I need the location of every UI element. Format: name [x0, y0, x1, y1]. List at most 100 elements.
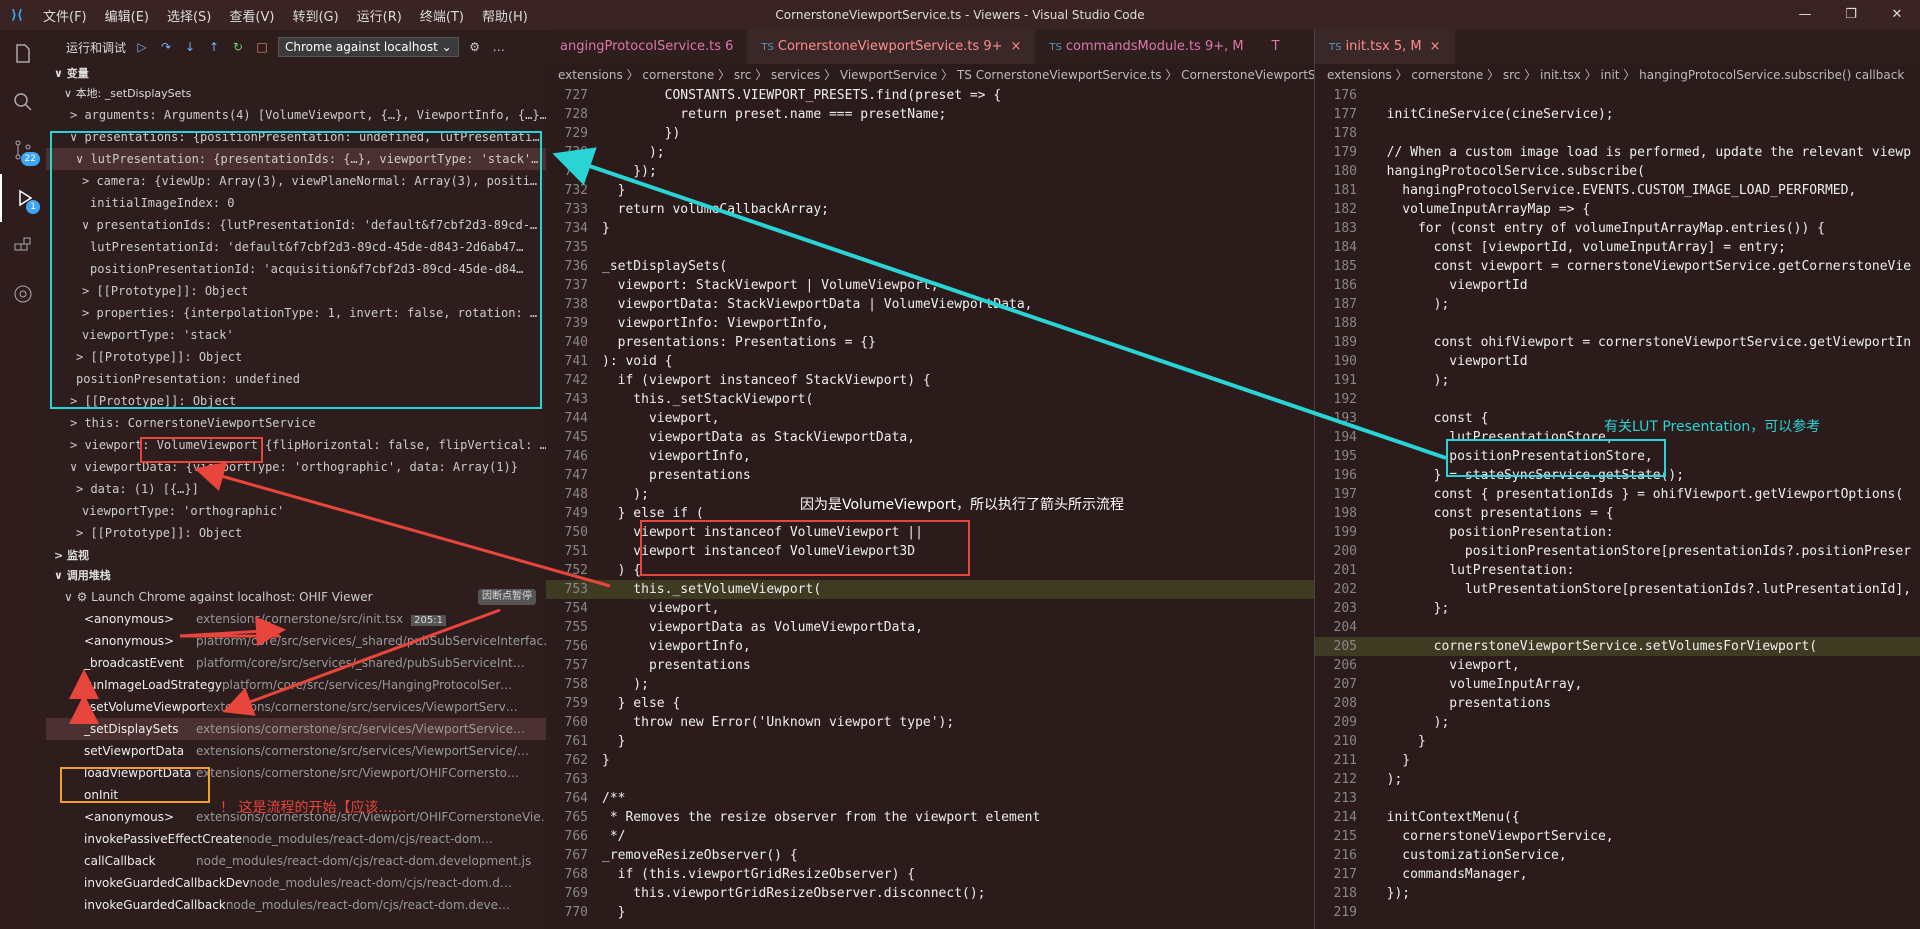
editor-tab[interactable]: angingProtocolService.ts 6: [546, 30, 747, 64]
variable-row[interactable]: > this: CornerstoneViewportService: [46, 412, 546, 434]
variable-row[interactable]: viewportType: 'orthographic': [46, 500, 546, 522]
stack-frame[interactable]: <anonymous> extensions/cornerstone/src/in…: [46, 608, 546, 630]
launch-config-select[interactable]: Chrome against localhost ⌄: [278, 37, 459, 57]
line-number: 741: [564, 354, 588, 369]
variable-row[interactable]: positionPresentation: undefined: [46, 368, 546, 390]
remote-icon[interactable]: [0, 270, 46, 318]
variable-row[interactable]: ∨ viewportData: {viewportType: 'orthogra…: [46, 456, 546, 478]
code-editor-2[interactable]: 176 177 initCineService(cineService); 178 1…: [1315, 86, 1920, 922]
callstack-thread[interactable]: ∨ ⚙ Launch Chrome against localhost: OHI…: [46, 586, 546, 608]
stack-frame[interactable]: setViewportData extensions/cornerstone/sr…: [46, 740, 546, 762]
breadcrumb[interactable]: extensions 〉 cornerstone 〉 src 〉 service…: [546, 64, 1314, 86]
editor-tab[interactable]: TS commandsModule.ts 9+, M: [1035, 30, 1257, 64]
menu-item[interactable]: 文件(F): [34, 6, 96, 25]
editor-tab[interactable]: TS init.tsx 5, M ×: [1315, 30, 1455, 64]
stop-icon[interactable]: □: [254, 40, 270, 54]
line-number: 767: [564, 848, 588, 863]
close-icon[interactable]: ×: [1430, 39, 1441, 54]
line-number: 176: [1333, 88, 1357, 103]
line-text: this.viewportGridResizeObserver.disconne…: [602, 886, 986, 901]
editor-tab[interactable]: T: [1258, 30, 1294, 64]
line-number: 768: [564, 867, 588, 882]
maximize-button[interactable]: ❐: [1828, 0, 1874, 30]
variables-header[interactable]: ∨ 变量: [46, 64, 546, 84]
editor-tab[interactable]: TS CornerstoneViewportService.ts 9+ ×: [747, 30, 1036, 64]
stack-frame[interactable]: _setVolumeViewportextensions/cornerstone…: [46, 696, 546, 718]
paused-badge: 因断点暂停: [478, 589, 536, 605]
variable-row[interactable]: initialImageIndex: 0: [46, 192, 546, 214]
variable-row[interactable]: lutPresentationId: 'default&f7cbf2d3-89c…: [46, 236, 546, 258]
variable-row[interactable]: > [[Prototype]]: Object: [46, 390, 546, 412]
line-text: } else {: [602, 696, 681, 711]
menu-item[interactable]: 查看(V): [220, 6, 283, 25]
editor-tabs-2: TS init.tsx 5, M ×: [1315, 30, 1920, 64]
variable-text: > viewport: VolumeViewport {flipHorizont…: [70, 438, 546, 452]
code-line: 206 viewport,: [1315, 656, 1920, 675]
run-debug-icon[interactable]: 1: [0, 174, 46, 222]
gear-icon[interactable]: ⚙: [467, 40, 483, 54]
continue-icon[interactable]: ▷: [134, 40, 150, 54]
menu-item[interactable]: 转到(G): [283, 6, 347, 25]
explorer-icon[interactable]: [0, 30, 46, 78]
stack-frame[interactable]: _broadcastEvent platform/core/src/service…: [46, 652, 546, 674]
more-icon[interactable]: …: [491, 40, 507, 54]
stack-frame[interactable]: callCallback node_modules/react-dom/cjs/r…: [46, 850, 546, 872]
variable-row[interactable]: > properties: {interpolationType: 1, inv…: [46, 302, 546, 324]
stack-frame[interactable]: loadViewportData extensions/cornerstone/s…: [46, 762, 546, 784]
line-number: 762: [564, 753, 588, 768]
variable-row[interactable]: > [[Prototype]]: Object: [46, 522, 546, 544]
watch-header[interactable]: > 监视: [46, 546, 546, 566]
line-number: 755: [564, 620, 588, 635]
code-line: 770 }: [546, 903, 1314, 922]
close-button[interactable]: ✕: [1874, 0, 1920, 30]
line-number: 736: [564, 259, 588, 274]
menu-item[interactable]: 选择(S): [158, 6, 220, 25]
variable-row[interactable]: > [[Prototype]]: Object: [46, 280, 546, 302]
close-icon[interactable]: ×: [1011, 39, 1022, 54]
variable-row[interactable]: > [[Prototype]]: Object: [46, 346, 546, 368]
line-number: 196: [1333, 468, 1357, 483]
restart-icon[interactable]: ↻: [230, 40, 246, 54]
scm-badge: 22: [20, 152, 40, 166]
variable-row[interactable]: viewportType: 'stack': [46, 324, 546, 346]
variable-row[interactable]: > arguments: Arguments(4) [VolumeViewpor…: [46, 104, 546, 126]
variable-row[interactable]: ∨ presentations: {positionPresentation: …: [46, 126, 546, 148]
line-text: presentations: [602, 468, 751, 483]
line-number: 185: [1333, 259, 1357, 274]
stack-frame[interactable]: runImageLoadStrategyplatform/core/src/se…: [46, 674, 546, 696]
stack-frame[interactable]: invokeGuardedCallbackDevnode_modules/rea…: [46, 872, 546, 894]
stack-frame[interactable]: _setDisplaySets extensions/cornerstone/sr…: [46, 718, 546, 740]
variable-row[interactable]: > camera: {viewUp: Array(3), viewPlaneNo…: [46, 170, 546, 192]
search-icon[interactable]: [0, 78, 46, 126]
step-out-icon[interactable]: ↑: [206, 40, 222, 54]
line-text: positionPresentation:: [1371, 525, 1614, 540]
menu-item[interactable]: 运行(R): [348, 6, 411, 25]
step-over-icon[interactable]: ↷: [158, 40, 174, 54]
menu-item[interactable]: 终端(T): [411, 6, 473, 25]
variable-row[interactable]: > viewport: VolumeViewport {flipHorizont…: [46, 434, 546, 456]
menu-item[interactable]: 帮助(H): [473, 6, 537, 25]
variable-row[interactable]: positionPresentationId: 'acquisition&f7c…: [46, 258, 546, 280]
editor-tabs-1: angingProtocolService.ts 6 TS CornerstoneV…: [546, 30, 1314, 64]
line-text: viewport instanceof VolumeViewport ||: [602, 525, 923, 540]
callstack-header[interactable]: ∨ 调用堆栈: [46, 566, 546, 586]
menu-item[interactable]: 编辑(E): [96, 6, 158, 25]
scope-local[interactable]: ∨ 本地: _setDisplaySets: [46, 84, 546, 104]
source-control-icon[interactable]: 22: [0, 126, 46, 174]
code-line: 769 this.viewportGridResizeObserver.disc…: [546, 884, 1314, 903]
stack-frame[interactable]: <anonymous> platform/core/src/services/_s…: [46, 630, 546, 652]
variable-row[interactable]: > data: (1) [{…}]: [46, 478, 546, 500]
stack-frame[interactable]: invokeGuardedCallbacknode_modules/react-…: [46, 894, 546, 916]
extensions-icon[interactable]: [0, 222, 46, 270]
code-line: 731 });: [546, 162, 1314, 181]
step-into-icon[interactable]: ↓: [182, 40, 198, 54]
minimize-button[interactable]: —: [1782, 0, 1828, 30]
code-line: 217 commandsManager,: [1315, 865, 1920, 884]
line-number: 764: [564, 791, 588, 806]
breadcrumb-2[interactable]: extensions 〉 cornerstone 〉 src 〉 init.ts…: [1315, 64, 1920, 86]
line-number: 199: [1333, 525, 1357, 540]
variable-row[interactable]: ∨ presentationIds: {lutPresentationId: '…: [46, 214, 546, 236]
stack-frame[interactable]: invokePassiveEffectCreatenode_modules/re…: [46, 828, 546, 850]
variable-row[interactable]: ∨ lutPresentation: {presentationIds: {…}…: [46, 148, 546, 170]
line-number: 179: [1333, 145, 1357, 160]
